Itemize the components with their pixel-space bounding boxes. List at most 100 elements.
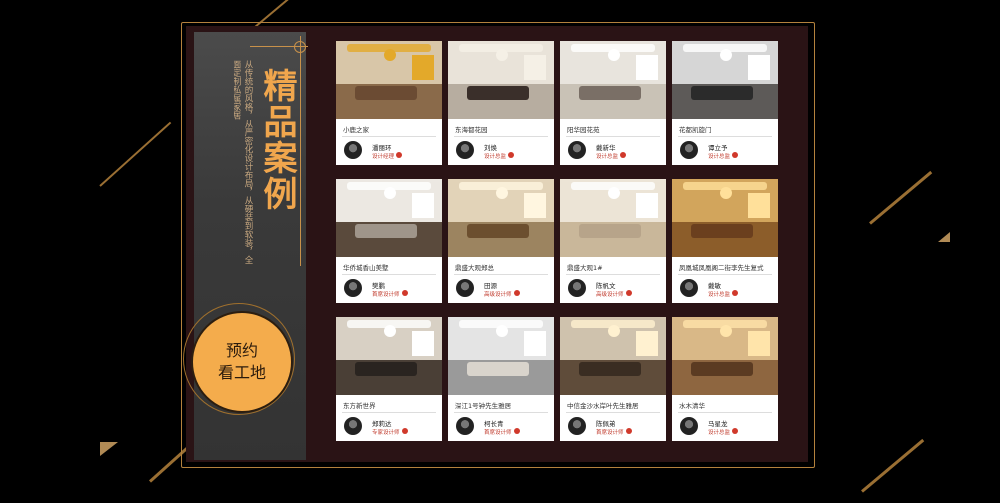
designer-name: 戴敏 xyxy=(708,282,721,290)
designer-role: 首席设计师 xyxy=(596,430,624,436)
photo-window xyxy=(748,331,770,356)
case-name[interactable]: 鼎盛大观1# xyxy=(567,262,603,272)
divider xyxy=(678,136,772,137)
designer-role: 首席设计师 xyxy=(372,292,400,298)
arrow-icon[interactable] xyxy=(626,290,632,296)
designer-role: 高级设计师 xyxy=(484,292,512,298)
case-name[interactable]: 中信金沙水岸叶先生雅居 xyxy=(567,400,639,410)
case-photo[interactable] xyxy=(672,41,778,119)
designer-avatar[interactable] xyxy=(680,141,698,159)
designer-name: 马星龙 xyxy=(708,420,728,428)
case-card[interactable]: 东海都花园 刘焕 设计总监 xyxy=(448,41,554,165)
divider xyxy=(678,274,772,275)
case-card[interactable]: 花都凯旋门 谭立予 设计总监 xyxy=(672,41,778,165)
case-name[interactable]: 鼎盛大观郑总 xyxy=(455,262,494,272)
case-name[interactable]: 凤凰城凤凰阁二街李先生复式 xyxy=(679,262,764,272)
arrow-icon[interactable] xyxy=(396,152,402,158)
decor-triangle xyxy=(100,442,118,456)
designer-avatar[interactable] xyxy=(344,141,362,159)
case-name[interactable]: 东海都花园 xyxy=(455,124,488,134)
designer-avatar[interactable] xyxy=(344,279,362,297)
case-card[interactable]: 鼎盛大观郑总 田源 高级设计师 xyxy=(448,179,554,303)
case-photo[interactable] xyxy=(560,317,666,395)
designer-name: 潘丽环 xyxy=(372,144,392,152)
photo-lamp xyxy=(495,324,508,337)
case-card[interactable]: 东方新世界 郑莉达 专家设计师 xyxy=(336,317,442,441)
designer-name: 谭立予 xyxy=(708,144,728,152)
divider xyxy=(342,274,436,275)
case-card[interactable]: 中信金沙水岸叶先生雅居 陈佩弟首席设计师 xyxy=(560,317,666,441)
designer-name: 陈佩弟 xyxy=(596,420,616,428)
designer-avatar[interactable] xyxy=(680,417,698,435)
book-site-visit-button[interactable]: 预约 看工地 xyxy=(191,311,293,413)
arrow-icon[interactable] xyxy=(402,428,408,434)
designer-role: 首席设计师 xyxy=(484,430,512,436)
arrow-icon[interactable] xyxy=(732,290,738,296)
designer-avatar[interactable] xyxy=(344,417,362,435)
decor-triangle xyxy=(938,232,950,242)
photo-window xyxy=(412,331,434,356)
case-name[interactable]: 深江1号钟先生雅居 xyxy=(455,400,511,410)
photo-window xyxy=(524,331,546,356)
case-card[interactable]: 凤凰城凤凰阁二街李先生复式戴敏设计总监 xyxy=(672,179,778,303)
case-name[interactable]: 花都凯旋门 xyxy=(679,124,712,134)
arrow-icon[interactable] xyxy=(514,428,520,434)
photo-lamp xyxy=(607,186,620,199)
photo-lamp xyxy=(607,48,620,61)
case-photo[interactable] xyxy=(448,179,554,257)
divider xyxy=(454,274,548,275)
case-name[interactable]: 东方新世界 xyxy=(343,400,376,410)
case-name[interactable]: 水木清华 xyxy=(679,400,705,410)
case-photo[interactable] xyxy=(672,179,778,257)
case-card[interactable]: 深江1号钟先生雅居柯长青首席设计师 xyxy=(448,317,554,441)
photo-furniture xyxy=(579,224,641,239)
case-photo[interactable] xyxy=(672,317,778,395)
designer-role: 高级设计师 xyxy=(596,292,624,298)
case-photo[interactable] xyxy=(336,317,442,395)
designer-role: 设计总监 xyxy=(484,154,507,160)
divider xyxy=(454,136,548,137)
photo-lamp xyxy=(383,48,396,61)
case-card[interactable]: 阳华园花苑 戴新华 设计总监 xyxy=(560,41,666,165)
case-photo[interactable] xyxy=(448,317,554,395)
decor-line xyxy=(861,438,925,493)
badge-line-2: 看工地 xyxy=(217,363,266,382)
case-photo[interactable] xyxy=(336,41,442,119)
designer-name: 柯长青 xyxy=(484,420,504,428)
sidebar-description: 从传统的风格，从严密化设计布局，从硬装到软装，全面定制私属家居 xyxy=(234,60,253,264)
designer-avatar[interactable] xyxy=(680,279,698,297)
case-name[interactable]: 小鹿之家 xyxy=(343,124,369,134)
case-card[interactable]: 华侨城香山美墅 樊鹏 首席设计师 xyxy=(336,179,442,303)
case-photo[interactable] xyxy=(560,179,666,257)
photo-window xyxy=(524,55,546,80)
case-card[interactable]: 水木清华 马星龙 设计总监 xyxy=(672,317,778,441)
case-photo[interactable] xyxy=(336,179,442,257)
arrow-icon[interactable] xyxy=(626,428,632,434)
photo-lamp xyxy=(607,324,620,337)
arrow-icon[interactable] xyxy=(514,290,520,296)
designer-name: 郑莉达 xyxy=(372,420,392,428)
arrow-icon[interactable] xyxy=(620,152,626,158)
case-name[interactable]: 阳华园花苑 xyxy=(567,124,600,134)
case-photo[interactable] xyxy=(560,41,666,119)
case-photo[interactable] xyxy=(448,41,554,119)
arrow-icon[interactable] xyxy=(508,152,514,158)
designer-role: 设计总监 xyxy=(708,292,731,298)
case-card[interactable]: 鼎盛大观1# 陈帆文 高级设计师 xyxy=(560,179,666,303)
designer-avatar[interactable] xyxy=(456,141,474,159)
designer-avatar[interactable] xyxy=(568,141,586,159)
case-card[interactable]: 小鹿之家 潘丽环 设计经理 xyxy=(336,41,442,165)
arrow-icon[interactable] xyxy=(402,290,408,296)
designer-avatar[interactable] xyxy=(456,417,474,435)
arrow-icon[interactable] xyxy=(732,152,738,158)
case-name[interactable]: 华侨城香山美墅 xyxy=(343,262,389,272)
arrow-icon[interactable] xyxy=(732,428,738,434)
designer-avatar[interactable] xyxy=(568,417,586,435)
designer-avatar[interactable] xyxy=(568,279,586,297)
divider xyxy=(678,412,772,413)
page-title: 精品案例 xyxy=(257,68,297,212)
photo-lamp xyxy=(719,186,732,199)
designer-avatar[interactable] xyxy=(456,279,474,297)
photo-window xyxy=(524,193,546,218)
crosshair-icon xyxy=(294,41,306,53)
